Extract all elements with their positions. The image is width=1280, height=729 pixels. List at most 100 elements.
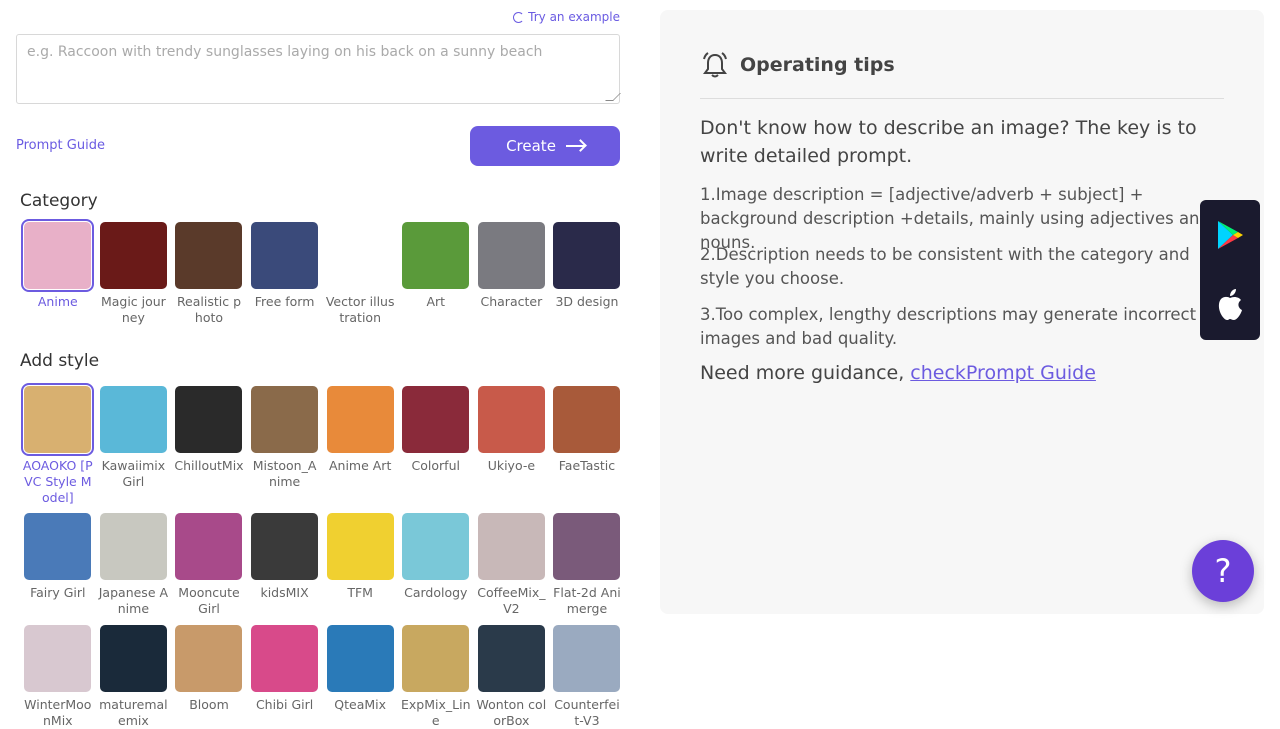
generator-panel: Try an example e.g. Raccoon with trendy … [0,0,640,728]
thumbnail-image [553,625,621,692]
style-tile[interactable]: Kawaiimix Girl [96,386,172,506]
thumbnail-image [326,513,394,580]
thumbnail-image [553,222,621,289]
tips-intro: Don't know how to describe an image? The… [700,117,1197,167]
check-prompt-guide-link[interactable]: checkPrompt Guide [910,362,1096,384]
tip-item: 2.Description needs to be consistent wit… [700,245,1190,288]
style-tile[interactable]: Bloom [171,625,247,729]
tile-label: Mistoon_Anime [252,458,317,489]
app-store-panel [1200,200,1260,340]
tile-label: kidsMIX [260,585,309,600]
style-tile[interactable]: WinterMoonMix [20,625,96,729]
more-guidance: Need more guidance, checkPrompt Guide [700,362,1096,384]
prompt-guide-link[interactable]: Prompt Guide [16,138,105,153]
style-tile[interactable]: ChilloutMix [171,386,247,506]
style-tile[interactable]: Mistoon_Anime [247,386,323,506]
tile-label: ChilloutMix [174,458,244,473]
thumbnail-image [175,625,243,692]
style-tile[interactable]: Flat-2d Animerge [549,513,625,617]
thumbnail-image [402,222,470,289]
thumbnail-image [21,219,95,292]
prompt-input[interactable]: e.g. Raccoon with trendy sunglasses layi… [16,34,620,104]
tile-label: Anime [37,294,78,309]
tile-label: WinterMoonMix [24,697,92,728]
thumbnail-image [24,625,92,692]
style-tile[interactable]: Chibi Girl [247,625,323,729]
category-tile[interactable]: Vector illustration [322,222,398,326]
category-tile[interactable]: Magic journey [96,222,172,326]
category-grid: Anime Magic journey Realistic photo Free fo… [20,219,625,326]
style-grid-row: Fairy Girl Japanese Anime Mooncute Girl kid… [20,513,625,617]
tile-label: TFM [347,585,373,600]
try-example-link[interactable]: Try an example [513,10,620,24]
tips-header: Operating tips [700,50,895,80]
style-tile[interactable]: kidsMIX [247,513,323,617]
style-tile[interactable]: TFM [322,513,398,617]
tile-label: Wonton colorBox [476,697,547,728]
category-tile[interactable]: Realistic photo [171,222,247,326]
tile-label: Kawaiimix Girl [101,458,166,489]
create-button[interactable]: Create [470,126,620,166]
tile-label: Mooncute Girl [178,585,240,616]
tile-label: Realistic photo [176,294,242,325]
style-tile[interactable]: QteaMix [322,625,398,729]
thumbnail-image [477,222,545,289]
tile-label: Vector illustration [325,294,395,325]
thumbnail-image [477,386,545,453]
google-play-icon[interactable] [1215,219,1245,251]
style-tile[interactable]: Anime Art [322,386,398,506]
thumbnail-image [99,222,167,289]
tips-panel: Operating tips Don't know how to describ… [660,10,1264,614]
style-tile[interactable]: Wonton colorBox [474,625,550,729]
style-tile[interactable]: Cardology [398,513,474,617]
bell-icon [703,52,727,78]
style-tile[interactable]: AOAOKO [PVC Style Model] [20,383,96,506]
style-tile[interactable]: CoffeeMix_V2 [474,513,550,617]
tile-label: FaeTastic [558,458,616,473]
thumbnail-image [326,386,394,453]
tile-label: Free form [254,294,315,309]
thumbnail-image [402,625,470,692]
tile-label: QteaMix [334,697,387,712]
style-tile[interactable]: Fairy Girl [20,513,96,617]
thumbnail-image [99,625,167,692]
thumbnail-image [477,625,545,692]
category-tile[interactable]: 3D design [549,222,625,326]
category-tile[interactable]: Character [474,222,550,326]
category-tile[interactable]: Anime [20,219,96,326]
tile-label: Japanese Anime [98,585,169,616]
help-button[interactable]: ? [1192,540,1254,602]
style-tile[interactable]: Mooncute Girl [171,513,247,617]
style-tile[interactable]: Counterfeit-V3 [549,625,625,729]
thumbnail-image [477,513,545,580]
thumbnail-image [251,513,319,580]
category-tile[interactable]: Art [398,222,474,326]
thumbnail-image [251,386,319,453]
thumbnail-image [553,513,621,580]
thumbnail-image [21,383,95,456]
style-tile[interactable]: FaeTastic [549,386,625,506]
style-tile[interactable]: maturemalemix [96,625,172,729]
apple-icon[interactable] [1215,288,1245,322]
thumbnail-image [251,222,319,289]
thumbnail-image [402,513,470,580]
tile-label: Colorful [411,458,460,473]
tip-item: 3.Too complex, lengthy descriptions may … [700,305,1197,348]
tile-label: Character [480,294,543,309]
category-tile[interactable]: Free form [247,222,323,326]
style-tile[interactable]: ExpMix_Line [398,625,474,729]
thumbnail-image [326,625,394,692]
style-tile[interactable]: Ukiyo-e [474,386,550,506]
style-tile[interactable]: Colorful [398,386,474,506]
style-tile[interactable]: Japanese Anime [96,513,172,617]
tile-label: AOAOKO [PVC Style Model] [22,458,93,505]
refresh-icon [513,11,525,23]
thumbnail-image [175,386,243,453]
tile-label: Cardology [404,585,468,600]
thumbnail-image [175,513,243,580]
category-title: Category [20,191,98,211]
tile-label: Fairy Girl [30,585,86,600]
style-grid-row: WinterMoonMix maturemalemix Bloom Chibi Gir… [20,625,625,729]
style-grid-row: AOAOKO [PVC Style Model] Kawaiimix Girl Ch… [20,383,625,506]
thumbnail-image [175,222,243,289]
